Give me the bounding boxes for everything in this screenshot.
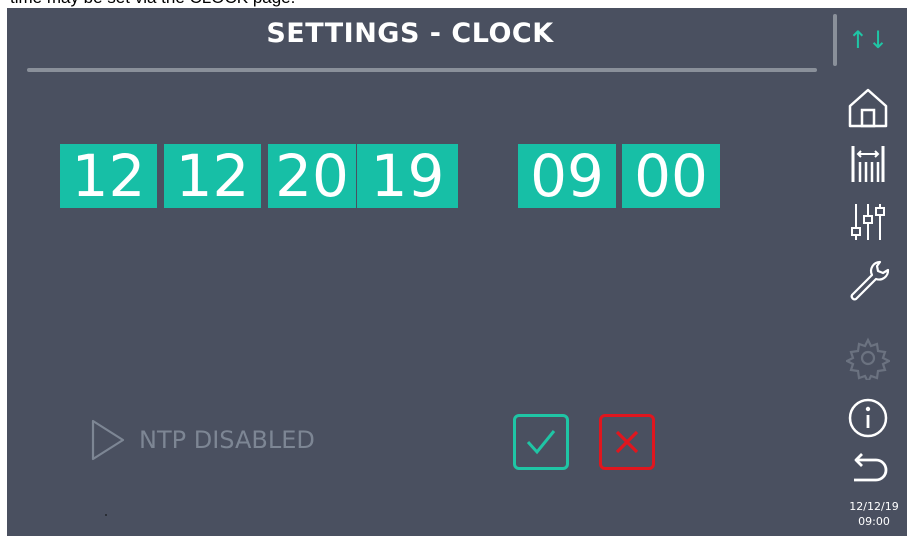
ntp-toggle[interactable]: NTP DISABLED	[89, 416, 315, 464]
month-field[interactable]: 12	[164, 144, 261, 208]
minute-field[interactable]: 00	[622, 144, 720, 208]
close-icon	[615, 430, 639, 454]
wrench-icon	[850, 260, 890, 301]
status-time: 09:00	[858, 515, 890, 528]
title-divider	[27, 68, 817, 72]
caption-text: time may be set via the CLOCK page.	[10, 0, 295, 8]
hour-field[interactable]: 09	[518, 144, 616, 208]
sidebar-item-back[interactable]	[843, 448, 893, 496]
status-date: 12/12/19	[849, 500, 899, 513]
sidebar-item-home[interactable]	[843, 84, 893, 132]
check-icon	[526, 430, 556, 455]
sidebar-item-service[interactable]	[843, 256, 893, 304]
clock-settings-screen: SETTINGS - CLOCK ↑↓ 12 12 20 19 09 00 NT…	[7, 8, 907, 536]
day-field[interactable]: 12	[60, 144, 157, 208]
year-century-field[interactable]: 20	[268, 144, 356, 208]
sidebar-item-info[interactable]	[843, 394, 893, 442]
cancel-button[interactable]	[599, 414, 655, 470]
home-icon	[848, 88, 888, 128]
gear-icon	[846, 337, 890, 380]
sidebar-item-settings	[843, 334, 893, 382]
confirm-button[interactable]	[513, 414, 569, 470]
up-down-arrows-icon: ↑↓	[847, 26, 889, 54]
bar-gauge-icon	[851, 146, 885, 182]
caption-strip: time may be set via the CLOCK page.	[0, 0, 907, 8]
sidebar-item-adjustments[interactable]	[843, 198, 893, 246]
sidebar-item-gauge[interactable]	[843, 140, 893, 188]
back-arrow-icon	[854, 453, 888, 482]
sliders-icon	[851, 204, 885, 240]
page-title: SETTINGS - CLOCK	[266, 18, 554, 49]
status-clock: 12/12/19 09:00	[843, 499, 905, 529]
scroll-button[interactable]: ↑↓	[843, 20, 893, 60]
year-decade-field[interactable]: 19	[357, 144, 458, 208]
info-icon	[848, 398, 888, 438]
ntp-status-label: NTP DISABLED	[139, 426, 315, 454]
play-triangle-icon	[91, 419, 125, 461]
header-divider	[833, 14, 837, 66]
screen-speck	[105, 514, 107, 516]
